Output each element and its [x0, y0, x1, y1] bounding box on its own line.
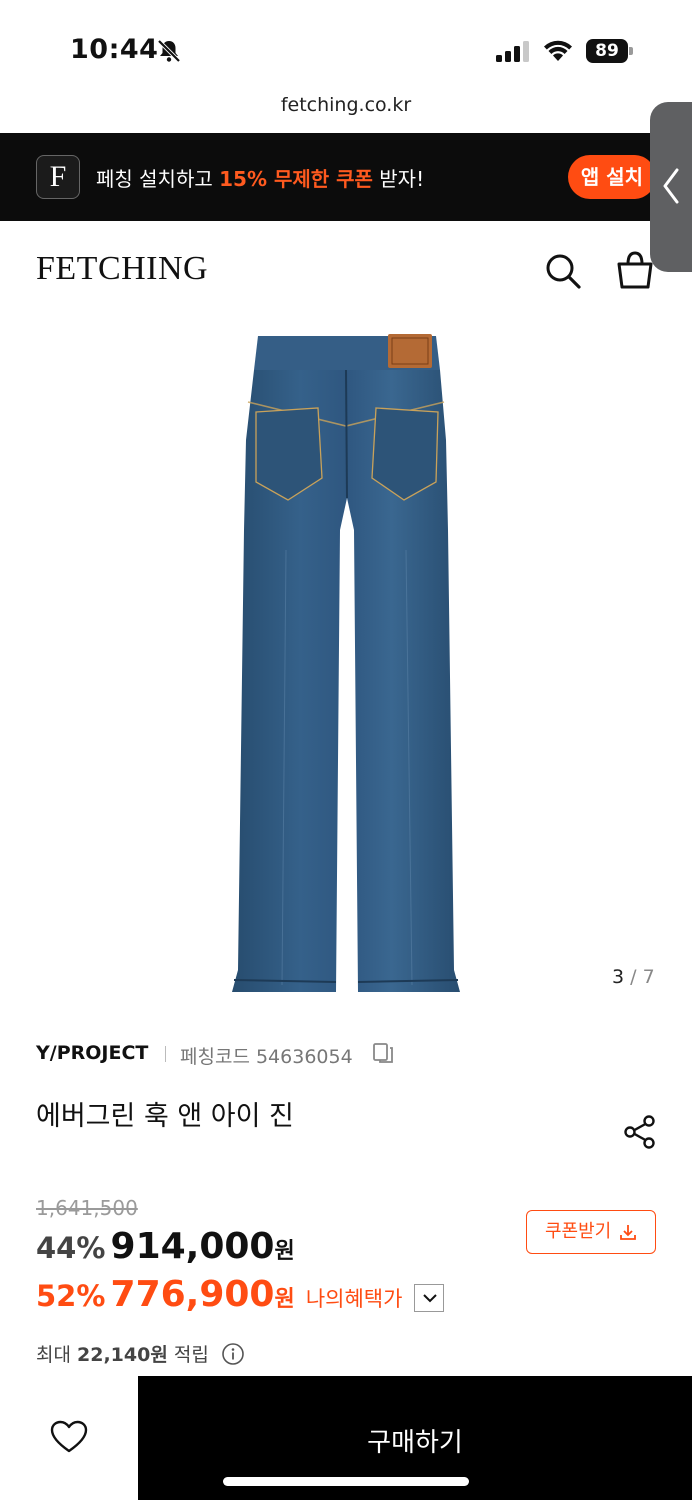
app-install-banner[interactable]: F 페칭 설치하고 15% 무제한 쿠폰 받자! 앱 설치	[0, 133, 692, 221]
fetching-logo[interactable]: FETCHING	[36, 250, 208, 288]
banner-text-post: 받자!	[372, 167, 425, 191]
wishlist-button[interactable]	[0, 1376, 138, 1500]
my-benefit-label: 나의혜택가	[305, 1287, 403, 1311]
side-drawer-handle[interactable]	[650, 102, 692, 272]
product-code-label: 페칭코드	[180, 1046, 250, 1068]
chevron-down-icon	[422, 1293, 437, 1302]
divider	[165, 1046, 166, 1062]
banner-text: 페칭 설치하고 15% 무제한 쿠폰 받자!	[96, 163, 424, 192]
image-counter: 3 / 7	[612, 966, 655, 988]
share-icon[interactable]	[622, 1114, 658, 1150]
sale-discount-percent: 44%	[36, 1231, 106, 1265]
reward-points: 최대 22,140원 적립	[36, 1340, 245, 1368]
product-image[interactable]	[226, 330, 466, 1000]
image-total: 7	[642, 966, 655, 988]
banner-text-pre: 페칭 설치하고	[96, 167, 220, 191]
product-code-value: 54636054	[255, 1046, 353, 1068]
product-code: 페칭코드 54636054	[180, 1042, 353, 1069]
get-coupon-button[interactable]: 쿠폰받기	[526, 1210, 656, 1254]
points-prefix: 최대	[36, 1344, 71, 1366]
heart-icon	[50, 1420, 88, 1453]
product-brand[interactable]: Y/PROJECT	[36, 1042, 148, 1064]
banner-highlight: 15% 무제한 쿠폰	[219, 167, 373, 191]
home-indicator[interactable]	[223, 1477, 469, 1486]
search-icon[interactable]	[544, 252, 582, 290]
shopping-bag-icon[interactable]	[616, 250, 654, 290]
wifi-icon	[544, 40, 572, 61]
browser-url[interactable]: fetching.co.kr	[0, 94, 692, 116]
my-price-currency: 원	[274, 1287, 295, 1312]
status-time: 10:44	[70, 34, 159, 65]
coupon-button-label: 쿠폰받기	[545, 1221, 612, 1242]
download-icon	[620, 1225, 636, 1240]
app-logo-icon: F	[36, 155, 80, 199]
app-install-button[interactable]: 앱 설치	[568, 155, 656, 199]
sale-price-currency: 원	[274, 1239, 295, 1264]
status-bar: 10:44 89 fetching.co.kr	[0, 0, 692, 116]
copy-icon[interactable]	[372, 1042, 394, 1064]
original-price: 1,641,500	[36, 1196, 138, 1220]
my-benefit-price-row: 52% 776,900원 나의혜택가	[36, 1274, 444, 1316]
battery-indicator: 89	[586, 39, 634, 63]
battery-level: 89	[586, 39, 628, 63]
points-suffix: 적립	[173, 1344, 209, 1366]
product-title: 에버그린 훅 앤 아이 진	[36, 1101, 294, 1132]
points-value: 22,140원	[77, 1344, 168, 1366]
sale-price: 914,000	[110, 1226, 275, 1267]
image-index: 3	[612, 966, 625, 988]
cellular-signal-icon	[496, 41, 529, 62]
battery-tip	[629, 47, 633, 55]
bell-muted-icon	[157, 39, 181, 63]
sale-price-row: 44% 914,000원	[36, 1226, 295, 1267]
my-discount-percent: 52%	[36, 1279, 106, 1313]
chevron-left-icon	[663, 168, 679, 204]
benefit-dropdown-toggle[interactable]	[413, 1283, 444, 1312]
my-benefit-price: 776,900	[110, 1274, 275, 1315]
info-icon[interactable]	[221, 1342, 245, 1366]
